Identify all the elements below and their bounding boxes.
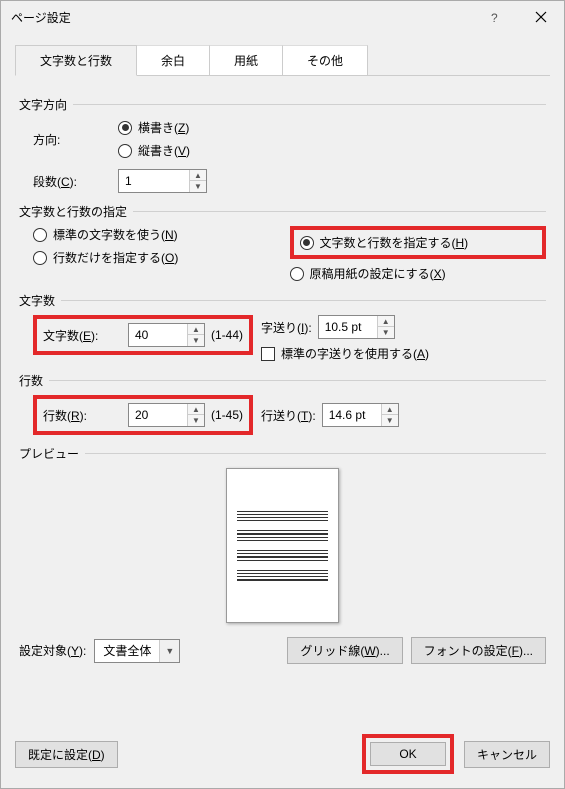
highlight-spec-both: 文字数と行数を指定する(H)	[290, 226, 547, 259]
svg-text:?: ?	[491, 11, 498, 24]
spin-up-icon[interactable]: ▲	[378, 316, 394, 327]
columns-input[interactable]	[119, 170, 189, 192]
dialog-title: ページ設定	[11, 9, 472, 26]
direction-label: 方向:	[33, 131, 118, 148]
preview-page	[226, 468, 339, 623]
ok-button[interactable]: OK	[370, 742, 446, 766]
dialog-window: ページ設定 ? 文字数と行数 余白 用紙 その他 文字方向 方向: 横書き(Z)	[0, 0, 565, 789]
radio-icon	[290, 267, 304, 281]
tab-paper[interactable]: 用紙	[209, 45, 283, 75]
spin-up-icon[interactable]: ▲	[382, 404, 398, 415]
font-settings-button[interactable]: フォントの設定(F)...	[411, 637, 546, 664]
chars-spinner[interactable]: ▲▼	[128, 323, 205, 347]
group-chars: 文字数	[19, 292, 55, 309]
set-default-button[interactable]: 既定に設定(D)	[15, 741, 118, 768]
line-pitch-label: 行送り(T):	[261, 407, 316, 424]
cancel-button[interactable]: キャンセル	[464, 741, 550, 768]
spin-up-icon[interactable]: ▲	[188, 324, 204, 335]
radio-icon	[118, 144, 132, 158]
group-spec: 文字数と行数の指定	[19, 203, 127, 220]
content: 文字数と行数 余白 用紙 その他 文字方向 方向: 横書き(Z) 縦書き(V)	[1, 33, 564, 724]
chars-range: (1-44)	[211, 328, 243, 342]
spin-down-icon[interactable]: ▼	[378, 327, 394, 338]
highlight-chars: 文字数(E): ▲▼ (1-44)	[33, 315, 253, 355]
spin-down-icon[interactable]: ▼	[190, 181, 206, 192]
tab-panel: 文字方向 方向: 横書き(Z) 縦書き(V) 段数(C):	[15, 76, 550, 714]
line-pitch-spinner[interactable]: ▲▼	[322, 403, 399, 427]
char-pitch-label: 字送り(I):	[261, 319, 312, 336]
preview-area	[19, 468, 546, 623]
chevron-down-icon: ▼	[159, 640, 179, 662]
group-text-direction: 文字方向	[19, 96, 67, 113]
char-pitch-spinner[interactable]: ▲▼	[318, 315, 395, 339]
highlight-lines: 行数(R): ▲▼ (1-45)	[33, 395, 253, 435]
columns-spinner[interactable]: ▲▼	[118, 169, 207, 193]
spin-up-icon[interactable]: ▲	[188, 404, 204, 415]
radio-icon	[118, 121, 132, 135]
spin-down-icon[interactable]: ▼	[382, 415, 398, 426]
radio-icon	[33, 228, 47, 242]
radio-icon	[300, 236, 314, 250]
columns-label: 段数(C):	[33, 173, 118, 190]
chars-input[interactable]	[129, 324, 187, 346]
tab-other[interactable]: その他	[282, 45, 368, 75]
titlebar: ページ設定 ?	[1, 1, 564, 33]
radio-grid-paper[interactable]: 原稿用紙の設定にする(X)	[290, 265, 547, 282]
radio-specify-both[interactable]: 文字数と行数を指定する(H)	[300, 234, 469, 251]
radio-vertical[interactable]: 縦書き(V)	[118, 142, 190, 159]
char-pitch-input[interactable]	[319, 316, 377, 338]
dialog-footer: 既定に設定(D) OK キャンセル	[1, 724, 564, 788]
apply-to-value: 文書全体	[95, 642, 159, 659]
lines-spinner[interactable]: ▲▼	[128, 403, 205, 427]
gridlines-button[interactable]: グリッド線(W)...	[287, 637, 402, 664]
lines-label: 行数(R):	[43, 407, 128, 424]
apply-to-select[interactable]: 文書全体 ▼	[94, 639, 180, 663]
group-preview: プレビュー	[19, 445, 79, 462]
lines-range: (1-45)	[211, 408, 243, 422]
apply-to-label: 設定対象(Y):	[19, 642, 86, 659]
lines-input[interactable]	[129, 404, 187, 426]
checkbox-icon	[261, 347, 275, 361]
tab-chars-lines[interactable]: 文字数と行数	[15, 45, 137, 76]
radio-icon	[33, 251, 47, 265]
tab-margins[interactable]: 余白	[136, 45, 210, 75]
radio-std-chars[interactable]: 標準の文字数を使う(N)	[33, 226, 290, 243]
chars-label: 文字数(E):	[43, 327, 128, 344]
line-pitch-input[interactable]	[323, 404, 381, 426]
tab-bar: 文字数と行数 余白 用紙 その他	[15, 45, 550, 76]
spin-up-icon[interactable]: ▲	[190, 170, 206, 181]
spin-down-icon[interactable]: ▼	[188, 335, 204, 346]
group-lines: 行数	[19, 372, 43, 389]
spin-down-icon[interactable]: ▼	[188, 415, 204, 426]
highlight-ok: OK	[362, 734, 454, 774]
help-button[interactable]: ?	[472, 1, 518, 33]
radio-horizontal[interactable]: 横書き(Z)	[118, 119, 190, 136]
radio-rows-only[interactable]: 行数だけを指定する(O)	[33, 249, 290, 266]
close-button[interactable]	[518, 1, 564, 33]
checkbox-std-pitch[interactable]: 標準の字送りを使用する(A)	[261, 345, 429, 362]
